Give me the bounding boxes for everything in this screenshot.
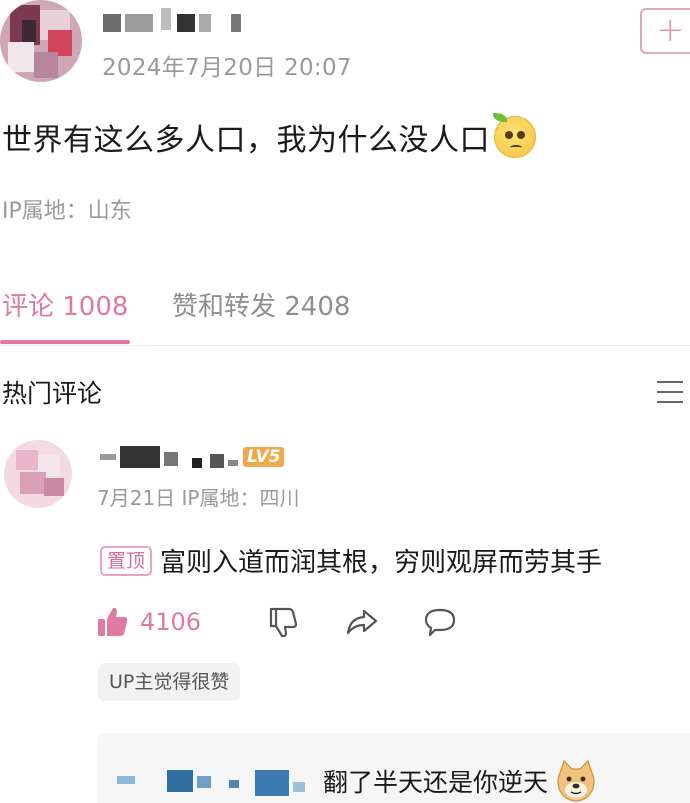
commenter-avatar[interactable] <box>4 440 72 508</box>
pinned-badge: 置顶 <box>100 545 153 576</box>
like-count: 4106 <box>140 608 202 636</box>
follow-button[interactable]: + <box>640 8 690 54</box>
comment-actions: 4106 <box>96 605 501 639</box>
post-timestamp: 2024年7月20日 20:07 <box>102 55 352 81</box>
share-icon[interactable] <box>345 605 379 639</box>
thumbs-down-icon[interactable] <box>267 605 301 639</box>
commenter-username-redacted <box>100 444 240 472</box>
tab-likes-reposts[interactable]: 赞和转发 2408 <box>172 286 350 323</box>
replier-username-redacted <box>117 770 317 800</box>
poster-avatar[interactable] <box>0 0 82 82</box>
list-icon[interactable] <box>657 381 683 403</box>
post-content: 世界有这么多人口，我为什么没人口 <box>2 113 536 159</box>
poster-username-redacted <box>103 8 243 38</box>
hot-comments-title: 热门评论 <box>2 379 103 408</box>
reply-text: 翻了半天还是你逆天 <box>323 768 549 797</box>
reply-bubble-icon[interactable] <box>423 605 457 639</box>
comment-content: 置顶 富则入道而润其根，穷则观屏而劳其手 <box>100 542 602 579</box>
post-ip-location: IP属地：山东 <box>2 199 132 224</box>
active-tab-indicator <box>0 340 130 344</box>
comment-meta: 7月21日 IP属地：四川 <box>97 486 300 510</box>
doge-emoji-icon <box>557 759 595 802</box>
up-liked-tag: UP主觉得很赞 <box>98 663 241 701</box>
worried-face-emoji-icon <box>493 113 536 158</box>
comment-text: 富则入道而润其根，穷则观屏而劳其手 <box>160 548 603 578</box>
tab-divider <box>0 345 690 346</box>
thumbs-up-icon[interactable] <box>96 605 130 639</box>
post-text: 世界有这么多人口，我为什么没人口 <box>2 123 490 158</box>
tab-comments[interactable]: 评论 1008 <box>2 286 128 323</box>
user-level-badge: LV5 <box>243 447 285 467</box>
reply-preview: 翻了半天还是你逆天 <box>323 759 598 803</box>
